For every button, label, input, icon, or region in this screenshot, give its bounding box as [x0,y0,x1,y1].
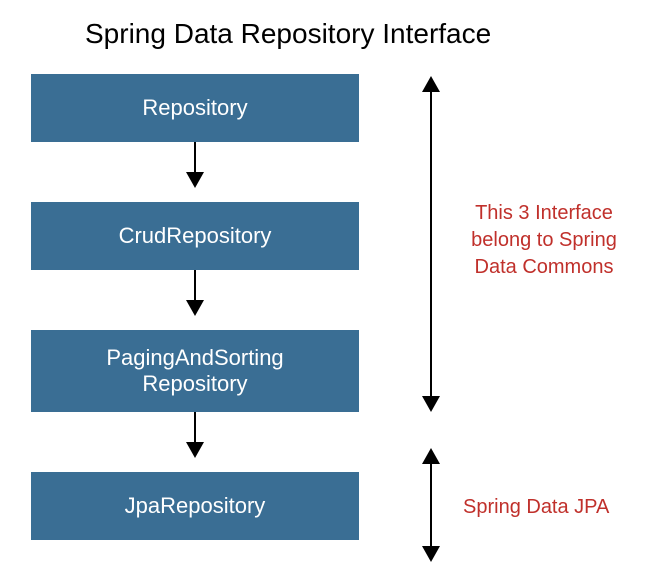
annotation-commons-line3: Data Commons [459,254,629,281]
arrow-repo-to-crud [194,142,196,186]
box-crud-repository: CrudRepository [31,202,359,270]
box-jpa-label: JpaRepository [125,493,266,519]
range-arrow-jpa [430,450,432,560]
box-paging-label: PagingAndSorting Repository [106,345,283,398]
box-jpa-repository: JpaRepository [31,472,359,540]
arrow-crud-to-paging [194,270,196,314]
box-paging-sorting-repository: PagingAndSorting Repository [31,330,359,412]
box-paging-line2: Repository [106,371,283,397]
annotation-commons: This 3 Interface belong to Spring Data C… [459,200,629,281]
box-crud-label: CrudRepository [119,223,272,249]
box-paging-line1: PagingAndSorting [106,345,283,371]
box-repository-label: Repository [142,95,247,121]
range-arrow-commons [430,78,432,410]
box-repository: Repository [31,74,359,142]
annotation-jpa: Spring Data JPA [463,494,609,521]
annotation-commons-line1: This 3 Interface [459,200,629,227]
annotation-commons-line2: belong to Spring [459,227,629,254]
diagram-title: Spring Data Repository Interface [85,18,491,50]
arrow-paging-to-jpa [194,412,196,456]
